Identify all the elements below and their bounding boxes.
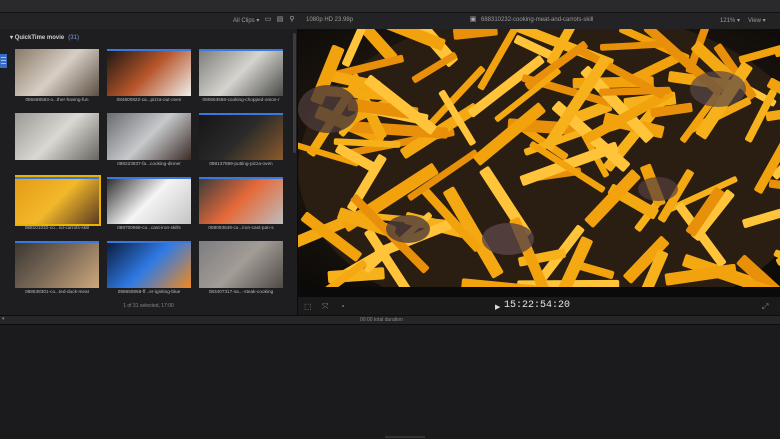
analysis-bar bbox=[107, 241, 191, 243]
clip-caption: 088101032-co...nd-carrots-skill bbox=[24, 225, 90, 230]
clip-thumbnail-image bbox=[15, 113, 99, 160]
analysis-bar bbox=[107, 49, 191, 51]
clip-caption: 083407317-sa...-steak-cooking bbox=[208, 289, 274, 294]
clip-thumbnail[interactable]: 084800822-ca...pizza-out-oven bbox=[107, 49, 191, 111]
thumbnail-grid: 086688563-o...ther-having-fun 084800822-c… bbox=[15, 49, 285, 301]
clip-caption: 080663668-cooking-chopped-onion-r bbox=[202, 97, 280, 102]
clip-thumbnail-image bbox=[199, 49, 283, 96]
clip-caption: 084800822-ca...pizza-out-oven bbox=[116, 97, 182, 102]
transform-icon[interactable]: ⤧ bbox=[322, 302, 328, 312]
clip-thumbnail-image bbox=[199, 241, 283, 288]
clip-caption: 086688563-o...ther-having-fun bbox=[25, 97, 89, 102]
clip-caption: 088093649-co...iron-cast-pan-s bbox=[208, 225, 274, 230]
library-count: (31) bbox=[68, 35, 79, 41]
clip-thumbnail-image bbox=[199, 177, 283, 224]
clip-thumbnail[interactable]: 086688563-o...ther-having-fun bbox=[15, 49, 99, 111]
clip-thumbnail[interactable]: 088650868-ff...er-igniting-blue bbox=[107, 241, 191, 301]
analysis-bar bbox=[199, 113, 283, 115]
libraries-toggle-icon[interactable] bbox=[0, 54, 7, 68]
title-bar bbox=[0, 0, 780, 13]
clip-thumbnail-image bbox=[107, 241, 191, 288]
timeline-area[interactable] bbox=[0, 325, 780, 439]
clips-filter-dropdown[interactable]: All Clips ▾ bbox=[233, 17, 259, 24]
clip-thumbnail[interactable]: 088700868-co...cast-iron-skills bbox=[107, 177, 191, 239]
library-header[interactable]: ▾ QuickTime movie (31) bbox=[10, 34, 79, 41]
clip-thumbnail[interactable]: 088137869-putting-pizza-oven bbox=[199, 113, 283, 175]
browser-scrollbar[interactable] bbox=[293, 33, 296, 153]
format-label: 1080p HD 23.98p bbox=[306, 17, 354, 23]
toolbar: All Clips ▾ ▭ ▤ ⚲ 1080p HD 23.98p ▣ 6883… bbox=[0, 13, 780, 29]
clip-thumbnail-image bbox=[107, 113, 191, 160]
viewer[interactable] bbox=[298, 29, 780, 297]
viewer-frame bbox=[298, 29, 780, 297]
analysis-bar bbox=[107, 177, 191, 179]
clip-thumbnail[interactable]: 088223837-fa...cooking-dinner bbox=[107, 113, 191, 175]
analysis-bar bbox=[15, 241, 99, 243]
clip-thumbnail[interactable]: 088101032-co...nd-carrots-skill bbox=[15, 175, 101, 239]
clip-thumbnail-image bbox=[15, 175, 101, 226]
clip-title: 688310232-cooking-meat-and-carrots-skill bbox=[481, 17, 594, 23]
viewer-controls: ⬚ ⤧ ◔ ▶ 15:22:54:20 ⤢ bbox=[298, 297, 780, 315]
selection-status: 1 of 31 selected, 17:00 bbox=[123, 303, 174, 309]
timeline-duration: 00:00 total duration bbox=[360, 317, 403, 323]
clip-thumbnail-image bbox=[107, 177, 191, 224]
library-title: QuickTime movie bbox=[14, 35, 65, 41]
clip-thumbnail-image bbox=[15, 241, 99, 288]
timeline-header: ▾ 00:00 total duration bbox=[0, 315, 780, 325]
clip-thumbnail[interactable]: 080663668-cooking-chopped-onion-r bbox=[199, 49, 283, 111]
clip-thumbnail-image bbox=[15, 49, 99, 96]
clip-caption: 088638301-co...ted-duck-meat bbox=[25, 289, 89, 294]
clip-icon: ▣ bbox=[469, 16, 477, 23]
clip-thumbnail[interactable]: 083407317-sa...-steak-cooking bbox=[199, 241, 283, 301]
analysis-bar bbox=[15, 177, 99, 179]
timecode-display: 15:22:54:20 bbox=[504, 300, 571, 311]
zoom-dropdown[interactable]: 121% ▾ bbox=[720, 17, 740, 24]
crop-icon[interactable]: ⬚ bbox=[304, 302, 312, 311]
search-icon[interactable]: ⚲ bbox=[288, 16, 296, 24]
clip-caption: 088223837-fa...cooking-dinner bbox=[117, 161, 181, 166]
analysis-bar bbox=[199, 49, 283, 51]
clip-caption: 088650868-ff...er-igniting-blue bbox=[117, 289, 181, 294]
timeline-menu-icon[interactable]: ▾ bbox=[2, 316, 5, 322]
clip-browser: ▾ QuickTime movie (31) 086688563-o...ther… bbox=[0, 29, 298, 315]
appearance-icon[interactable]: ▤ bbox=[276, 16, 284, 24]
fullscreen-icon[interactable]: ⤢ bbox=[762, 302, 768, 312]
filmstrip-icon[interactable]: ▭ bbox=[264, 16, 272, 24]
view-dropdown[interactable]: View ▾ bbox=[748, 17, 766, 24]
clip-caption: 088700868-co...cast-iron-skills bbox=[117, 225, 181, 230]
clip-thumbnail[interactable] bbox=[15, 113, 99, 175]
clip-caption: 088137869-putting-pizza-oven bbox=[209, 161, 273, 166]
play-button[interactable]: ▶ bbox=[495, 303, 500, 311]
clip-thumbnail[interactable]: 088638301-co...ted-duck-meat bbox=[15, 241, 99, 301]
timeline-scroll-handle[interactable] bbox=[385, 436, 425, 438]
speed-icon[interactable]: ◔ bbox=[340, 302, 345, 311]
clip-thumbnail-image bbox=[107, 49, 191, 96]
clip-thumbnail[interactable]: 088093649-co...iron-cast-pan-s bbox=[199, 177, 283, 239]
analysis-bar bbox=[199, 177, 283, 179]
clip-thumbnail-image bbox=[199, 113, 283, 160]
